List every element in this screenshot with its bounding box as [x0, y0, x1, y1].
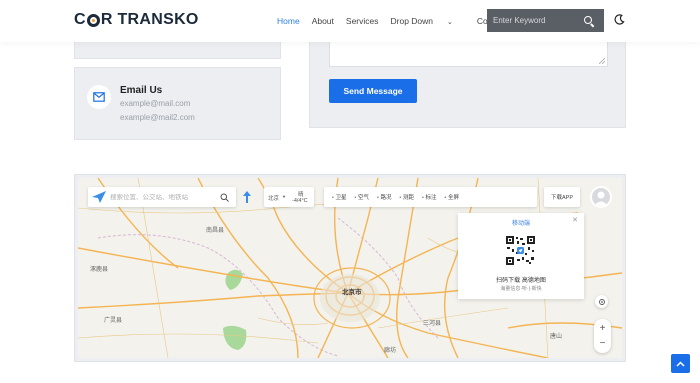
email-card: Email Us example@mail.com example@mail2.… [74, 67, 281, 140]
download-app-label: 下载APP [550, 195, 573, 201]
email-title: Email Us [120, 85, 163, 96]
contact-form: Send Message [309, 42, 626, 128]
chevron-down-icon: ⌄ [447, 19, 453, 26]
download-app-button[interactable]: 下载APP [544, 187, 580, 207]
map-search-input[interactable] [110, 193, 210, 201]
map-label-1: 南昌县 [206, 228, 225, 234]
map-label-tangshan: 唐山 [550, 334, 563, 340]
weather-widget[interactable]: 北京 ▼ 晴 -4/4°C [264, 187, 314, 207]
map-label-beijing: 北京市 [342, 289, 362, 296]
envelope-icon [93, 92, 105, 102]
zoom-out-icon[interactable]: − [600, 336, 606, 351]
email-address-2: example@mail2.com [120, 113, 195, 122]
site-header: C R TRANSKO Home About Services Drop Down… [0, 0, 700, 42]
search-icon[interactable] [583, 15, 595, 27]
header-search [487, 9, 604, 32]
page: C R TRANSKO Home About Services Drop Down… [0, 0, 700, 383]
amap-logo-icon [92, 191, 106, 203]
map-search-box [88, 187, 236, 207]
user-icon [594, 191, 608, 206]
locate-icon [598, 298, 605, 305]
close-icon[interactable]: ✕ [572, 216, 578, 224]
toolbar-satellite[interactable]: 卫星 [332, 193, 346, 201]
toolbar-measure[interactable]: 测距 [400, 193, 414, 201]
qr-download-popup: 移动端 ✕ 扫码下载 高德地图 海量信息·听·|·新快 [458, 213, 584, 299]
locate-button[interactable] [595, 295, 608, 308]
route-directions-icon[interactable] [242, 191, 252, 203]
site-logo[interactable]: C R TRANSKO [74, 11, 199, 29]
map-search-icon[interactable] [220, 193, 229, 202]
search-input[interactable] [487, 16, 581, 25]
weather-condition: 晴 [298, 192, 304, 198]
toolbar-mark[interactable]: 标注 [422, 193, 436, 201]
main-nav: Home About Services Drop Down⌄ Contact [277, 16, 518, 26]
dark-mode-toggle-icon[interactable] [614, 14, 625, 25]
qr-code-icon [505, 235, 536, 266]
info-card-partial [74, 42, 281, 59]
map-toolbar: 卫星 空气 路况 测距 标注 全屏 [324, 187, 537, 207]
chevron-down-icon: ▼ [282, 194, 286, 199]
map-label-4: 涿鹿县 [90, 267, 109, 273]
email-address-1: example@mail.com [120, 99, 191, 108]
nav-about[interactable]: About [312, 16, 334, 26]
nav-dropdown[interactable]: Drop Down ⌄ [391, 16, 465, 26]
send-message-button[interactable]: Send Message [329, 79, 417, 103]
map-label-3: 三河县 [423, 321, 442, 327]
email-icon-badge [87, 85, 111, 109]
qr-caption: 扫码下载 高德地图 [496, 278, 546, 284]
weather-temperature: -4/4°C [292, 198, 308, 204]
toolbar-air[interactable]: 空气 [355, 193, 369, 201]
message-textarea[interactable] [329, 42, 608, 67]
arrow-up-icon [676, 360, 685, 367]
user-avatar[interactable] [590, 186, 612, 208]
nav-dropdown-label: Drop Down [390, 16, 434, 26]
map-label-langfang: 廊坊 [384, 348, 397, 354]
weather-city: 北京 [268, 196, 280, 202]
logo-wheel-icon [86, 13, 100, 27]
toolbar-traffic[interactable]: 路况 [377, 193, 391, 201]
resize-handle-icon[interactable] [599, 58, 605, 64]
zoom-in-icon[interactable]: + [600, 321, 606, 336]
logo-text-start: C [74, 11, 86, 28]
zoom-control: + − [594, 319, 611, 353]
toolbar-fullscreen[interactable]: 全屏 [445, 193, 459, 201]
embedded-map[interactable]: 北京市 廊坊 唐山 南昌县 广灵县 三河县 涿鹿县 北京 ▼ 晴 -4/4°C [78, 178, 622, 358]
back-to-top-button[interactable] [671, 354, 690, 373]
nav-services[interactable]: Services [346, 16, 379, 26]
map-label-2: 广灵县 [104, 318, 123, 324]
logo-text-end: R TRANSKO [100, 11, 199, 28]
nav-home[interactable]: Home [277, 16, 300, 26]
qr-title: 移动端 [511, 221, 530, 227]
qr-subcaption: 海量信息·听·|·新快 [500, 286, 542, 292]
